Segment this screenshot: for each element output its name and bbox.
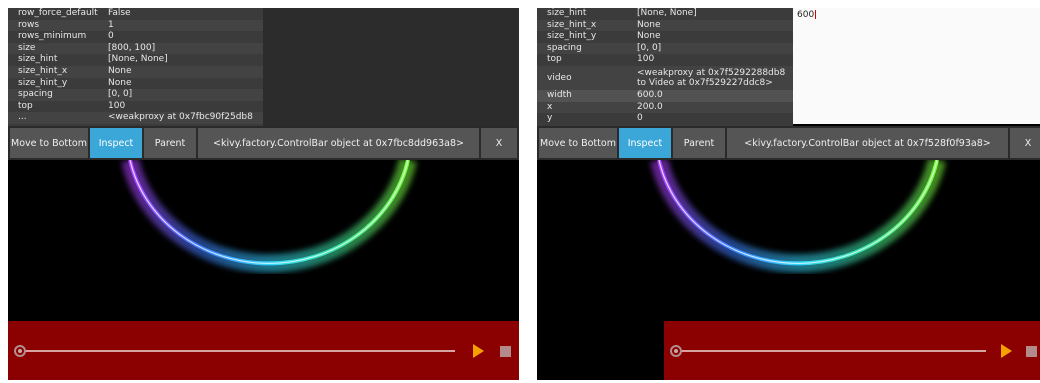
property-value: 600.0 — [637, 89, 663, 100]
property-value: [0, 0] — [637, 42, 662, 53]
property-key: spacing — [18, 89, 53, 100]
seek-bar[interactable] — [20, 350, 455, 352]
move-to-bottom-button[interactable]: Move to Bottom — [10, 128, 88, 158]
property-key: y — [547, 113, 553, 124]
property-value: None — [637, 19, 661, 30]
property-row[interactable]: y0 — [537, 113, 793, 125]
property-key: row_force_default — [18, 8, 98, 18]
play-icon[interactable] — [1001, 344, 1012, 358]
close-button[interactable]: X — [1010, 128, 1040, 158]
property-value: [None, None] — [637, 8, 697, 18]
property-row[interactable]: rows_minimum 0 — [8, 31, 263, 43]
property-key: top — [18, 100, 33, 111]
property-row[interactable]: spacing [0, 0] — [537, 42, 793, 55]
stop-icon[interactable] — [500, 346, 511, 357]
property-value: None — [637, 31, 661, 42]
property-key: size_hint — [547, 8, 587, 18]
property-key: spacing — [547, 42, 582, 53]
property-list: size_hint [None, None] size_hint_x None si… — [537, 8, 793, 126]
right-inspector-panel: size_hint [None, None] size_hint_x None si… — [537, 8, 1040, 380]
property-key: video — [547, 72, 572, 83]
property-value: <weakproxy at 0x7f5292288db8 to Video at… — [637, 67, 786, 88]
value-edit-text: 600 — [797, 10, 817, 20]
property-key: size_hint_y — [547, 31, 597, 42]
property-key: size — [18, 42, 36, 53]
property-row[interactable]: ... <weakproxy at 0x7fbc90f25db8 — [8, 112, 263, 124]
property-key: size_hint_x — [18, 65, 68, 76]
stop-icon[interactable] — [1026, 346, 1037, 357]
property-value: 100 — [637, 54, 655, 65]
property-row[interactable]: spacing [0, 0] — [8, 89, 263, 101]
property-row[interactable]: size_hint_x None — [537, 19, 793, 32]
property-row[interactable]: rows 1 — [8, 19, 263, 32]
property-value: 0 — [108, 31, 114, 42]
visualization-canvas — [121, 160, 417, 273]
property-row[interactable]: x 200.0 — [537, 101, 793, 114]
ring-highlight — [658, 160, 938, 265]
seek-bar[interactable] — [676, 350, 986, 352]
property-row[interactable]: size_hint [None, None] — [537, 8, 793, 20]
property-value: False — [108, 8, 131, 18]
seek-knob-icon[interactable] — [14, 345, 26, 357]
widget-name-button[interactable]: <kivy.factory.ControlBar object at 0x7f5… — [727, 128, 1008, 158]
property-value: [0, 0] — [108, 89, 133, 100]
property-row[interactable]: size_hint_y None — [537, 31, 793, 43]
property-row[interactable]: size [800, 100] — [8, 42, 263, 55]
inspect-button[interactable]: Inspect — [619, 128, 671, 158]
property-key: rows — [18, 19, 40, 30]
close-button[interactable]: X — [481, 128, 517, 158]
glow-ring — [121, 160, 417, 273]
property-key: x — [547, 101, 553, 112]
widget-name-button[interactable]: <kivy.factory.ControlBar object at 0x7fb… — [198, 128, 479, 158]
property-key: width — [547, 89, 572, 100]
property-key: ... — [18, 112, 27, 123]
parent-button[interactable]: Parent — [673, 128, 725, 158]
value-edit-value: 600 — [797, 10, 815, 20]
property-value: None — [108, 65, 132, 76]
property-key: rows_minimum — [18, 31, 87, 42]
light-ring — [657, 160, 939, 266]
property-value: [800, 100] — [108, 42, 156, 53]
inspect-button[interactable]: Inspect — [90, 128, 142, 158]
property-value: 200.0 — [637, 101, 663, 112]
property-key: size_hint_x — [547, 19, 597, 30]
inspector-background — [263, 8, 519, 126]
video-controls — [8, 321, 519, 380]
parent-button[interactable]: Parent — [144, 128, 196, 158]
property-key: size_hint_y — [18, 77, 68, 88]
property-list: row_force_default False rows 1 rows_minimu… — [8, 8, 263, 126]
ring-highlight — [129, 160, 409, 265]
move-to-bottom-button[interactable]: Move to Bottom — [539, 128, 617, 158]
seek-knob-icon[interactable] — [670, 345, 682, 357]
property-value: [None, None] — [108, 54, 168, 65]
visualization-canvas — [650, 160, 946, 273]
text-caret — [815, 10, 817, 19]
property-row[interactable]: size_hint_x None — [8, 65, 263, 78]
property-value: 1 — [108, 19, 114, 30]
glow-ring — [650, 160, 946, 273]
property-row[interactable]: video <weakproxy at 0x7f5292288db8 to Vid… — [537, 65, 793, 90]
property-value: 0 — [637, 113, 643, 124]
property-row[interactable]: size_hint_y None — [8, 78, 263, 90]
control-bar: Move to Bottom Inspect Parent <kivy.fact… — [537, 126, 1040, 160]
property-row[interactable]: top 100 — [537, 54, 793, 66]
property-key: size_hint — [18, 54, 58, 65]
property-key: top — [547, 54, 562, 65]
property-row[interactable]: width 600.0 — [537, 89, 793, 102]
property-row[interactable]: top 100 — [8, 101, 263, 113]
play-icon[interactable] — [473, 344, 484, 358]
light-ring — [128, 160, 410, 266]
property-row[interactable]: row_force_default False — [8, 8, 263, 20]
video-controls — [664, 321, 1040, 380]
left-inspector-panel: row_force_default False rows 1 rows_minimu… — [8, 8, 519, 380]
property-row[interactable]: size_hint [None, None] — [8, 54, 263, 66]
property-value: <weakproxy at 0x7fbc90f25db8 — [108, 112, 253, 123]
value-edit-field[interactable]: 600 — [793, 8, 1040, 124]
property-value: 100 — [108, 100, 126, 111]
control-bar: Move to Bottom Inspect Parent <kivy.fact… — [8, 126, 519, 160]
property-value: None — [108, 77, 132, 88]
